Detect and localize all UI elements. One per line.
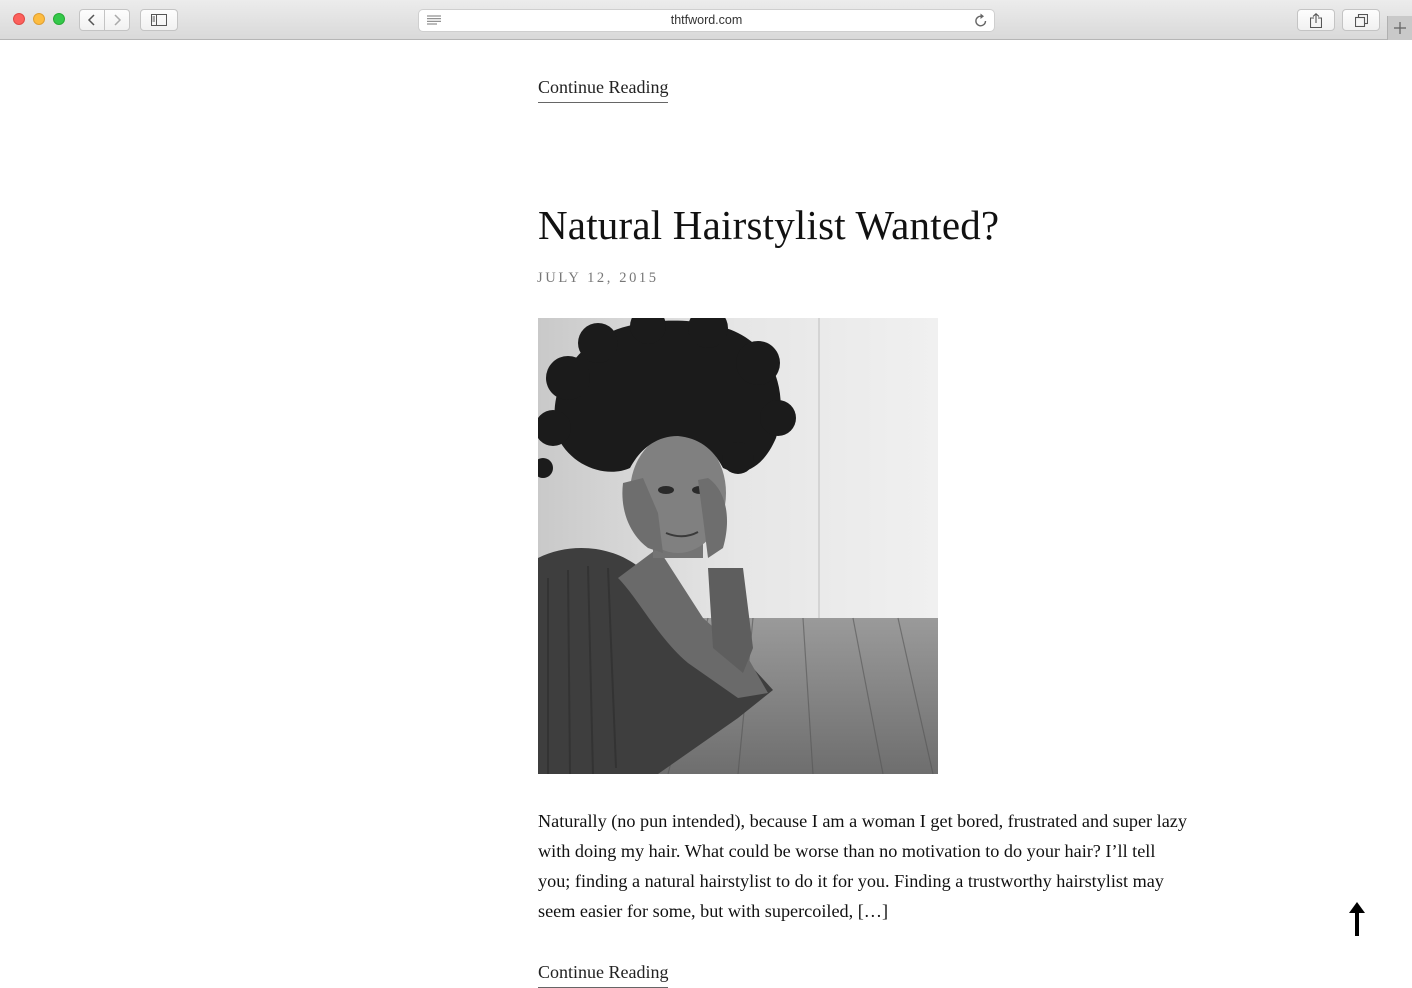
chevron-left-icon xyxy=(87,14,95,26)
browser-toolbar: thtfword.com xyxy=(0,0,1412,40)
close-window-button[interactable] xyxy=(13,13,25,25)
continue-reading-link[interactable]: Continue Reading xyxy=(538,76,669,103)
share-icon xyxy=(1310,12,1322,28)
sidebar-button[interactable] xyxy=(140,9,178,31)
forward-button[interactable] xyxy=(104,9,130,31)
zoom-window-button[interactable] xyxy=(53,13,65,25)
arrow-up-icon xyxy=(1349,902,1365,936)
back-to-top-button[interactable] xyxy=(1345,902,1369,938)
sidebar-icon xyxy=(151,14,167,26)
portrait-photo xyxy=(538,318,938,774)
continue-reading-link[interactable]: Continue Reading xyxy=(538,961,669,988)
tabs-overview-icon xyxy=(1354,13,1368,27)
address-bar[interactable]: thtfword.com xyxy=(418,9,995,32)
back-button[interactable] xyxy=(79,9,105,31)
show-tabs-button[interactable] xyxy=(1342,9,1380,31)
chevron-right-icon xyxy=(114,14,122,26)
url-text[interactable]: thtfword.com xyxy=(419,10,994,31)
minimize-window-button[interactable] xyxy=(33,13,45,25)
reload-icon[interactable] xyxy=(974,13,988,28)
post-title[interactable]: Natural Hairstylist Wanted? xyxy=(538,200,999,250)
plus-icon xyxy=(1394,22,1406,34)
post-date: JULY 12, 2015 xyxy=(537,270,659,286)
share-button[interactable] xyxy=(1297,9,1335,31)
post-featured-image[interactable] xyxy=(538,318,938,774)
post-excerpt: Naturally (no pun intended), because I a… xyxy=(538,811,1187,921)
new-tab-button[interactable] xyxy=(1387,16,1412,40)
